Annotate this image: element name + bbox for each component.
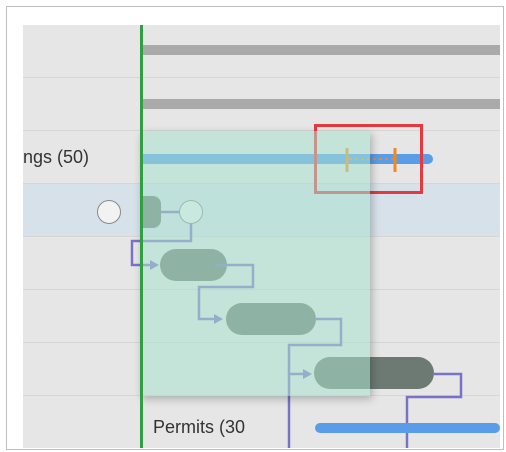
dependency-arrow bbox=[405, 372, 463, 448]
today-line bbox=[140, 25, 143, 448]
drag-selection-overlay[interactable] bbox=[140, 131, 370, 396]
task-label: Permits (30 bbox=[153, 417, 246, 437]
progress-bar[interactable] bbox=[315, 423, 500, 433]
gantt-timeline-viewport[interactable]: ngs (50) Permits (30 bbox=[23, 25, 500, 448]
gantt-chart-frame: ngs (50) Permits (30 bbox=[6, 6, 504, 450]
